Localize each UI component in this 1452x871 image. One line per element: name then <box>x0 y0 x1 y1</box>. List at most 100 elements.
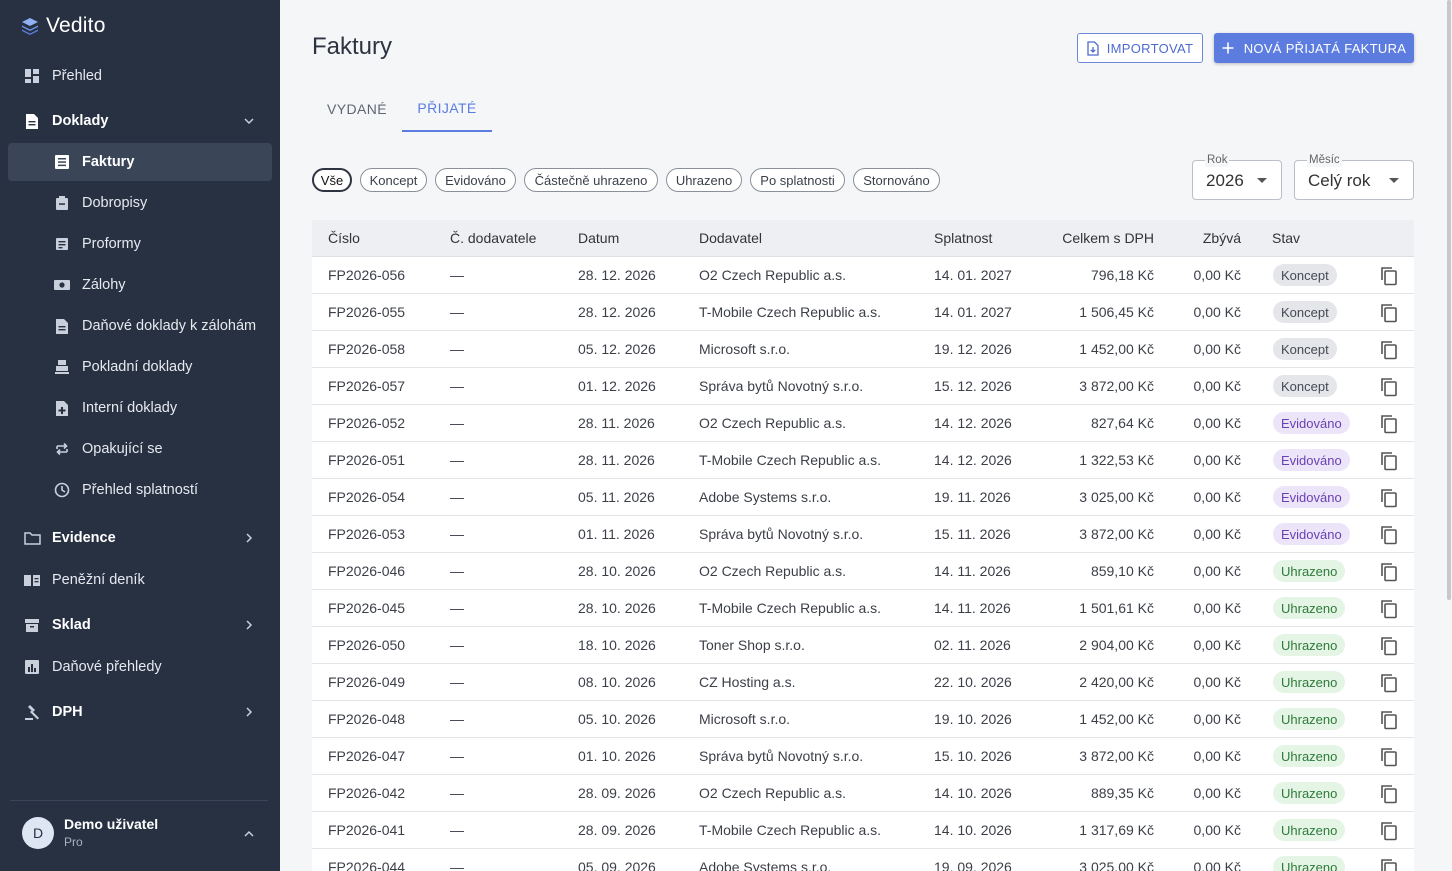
copy-icon[interactable] <box>1380 636 1398 656</box>
sidebar-item-danove-prehledy[interactable]: Daňové přehledy <box>8 648 272 686</box>
copy-icon[interactable] <box>1380 266 1398 286</box>
copy-icon[interactable] <box>1380 710 1398 730</box>
status-badge: Evidováno <box>1273 412 1350 434</box>
table-row[interactable]: FP2026-051 — 28. 11. 2026 T-Mobile Czech Re… <box>312 442 1414 479</box>
cell-date: 28. 11. 2026 <box>578 415 655 431</box>
copy-icon[interactable] <box>1380 784 1398 804</box>
cell-number[interactable]: FP2026-047 <box>328 748 405 764</box>
sidebar-item-zalohy[interactable]: Zálohy <box>8 266 272 304</box>
column-header-dodavatel[interactable]: Dodavatel <box>699 230 762 246</box>
column-header-cislo-dodavatele[interactable]: Č. dodavatele <box>450 230 536 246</box>
sidebar-item-doklady[interactable]: Doklady <box>8 102 272 140</box>
user-menu[interactable]: D Demo uživatel Pro <box>22 814 262 854</box>
cell-number[interactable]: FP2026-042 <box>328 785 405 801</box>
filter-chip-evidovano[interactable]: Evidováno <box>435 168 516 192</box>
table-row[interactable]: FP2026-056 — 28. 12. 2026 O2 Czech Republic… <box>312 257 1414 294</box>
import-button[interactable]: IMPORTOVAT <box>1077 33 1203 63</box>
cell-number[interactable]: FP2026-045 <box>328 600 405 616</box>
copy-icon[interactable] <box>1380 488 1398 508</box>
cell-supplier: Adobe Systems s.r.o. <box>699 859 832 871</box>
table-row[interactable]: FP2026-046 — 28. 10. 2026 O2 Czech Republic… <box>312 553 1414 590</box>
sidebar-item-opakujici-se[interactable]: Opakující se <box>8 430 272 468</box>
sidebar-item-dph[interactable]: DPH <box>8 693 272 731</box>
copy-icon[interactable] <box>1380 599 1398 619</box>
chevron-right-icon <box>244 707 254 717</box>
table-row[interactable]: FP2026-048 — 05. 10. 2026 Microsoft s.r.o. 1… <box>312 701 1414 738</box>
tab-prijate[interactable]: PŘIJATÉ <box>402 86 492 132</box>
copy-icon[interactable] <box>1380 747 1398 767</box>
filter-chip-stornovano[interactable]: Stornováno <box>853 168 940 192</box>
copy-icon[interactable] <box>1380 414 1398 434</box>
tab-vydane[interactable]: VYDANÉ <box>312 86 402 132</box>
copy-icon[interactable] <box>1380 377 1398 397</box>
filter-chip-vse[interactable]: Vše <box>312 168 352 192</box>
cell-number[interactable]: FP2026-054 <box>328 489 405 505</box>
table-row[interactable]: FP2026-044 — 05. 09. 2026 Adobe Systems s.r… <box>312 849 1414 871</box>
table-row[interactable]: FP2026-052 — 28. 11. 2026 O2 Czech Republic… <box>312 405 1414 442</box>
cell-number[interactable]: FP2026-053 <box>328 526 405 542</box>
table-row[interactable]: FP2026-050 — 18. 10. 2026 Toner Shop s.r.o.… <box>312 627 1414 664</box>
sidebar-item-proformy[interactable]: Proformy <box>8 225 272 263</box>
sidebar-item-evidence[interactable]: Evidence <box>8 519 272 557</box>
page-scrollbar[interactable] <box>1447 0 1451 600</box>
cell-number[interactable]: FP2026-048 <box>328 711 405 727</box>
copy-icon[interactable] <box>1380 525 1398 545</box>
sidebar-item-dobropisy[interactable]: Dobropisy <box>8 184 272 222</box>
sidebar-item-pokladni-doklady[interactable]: Pokladní doklady <box>8 348 272 386</box>
column-header-celkem[interactable]: Celkem s DPH <box>1062 230 1154 246</box>
table-row[interactable]: FP2026-058 — 05. 12. 2026 Microsoft s.r.o. 1… <box>312 331 1414 368</box>
copy-icon[interactable] <box>1380 562 1398 582</box>
column-header-stav[interactable]: Stav <box>1272 230 1300 246</box>
column-header-splatnost[interactable]: Splatnost <box>934 230 992 246</box>
filter-chip-koncept[interactable]: Koncept <box>360 168 427 192</box>
table-row[interactable]: FP2026-049 — 08. 10. 2026 CZ Hosting a.s. 22… <box>312 664 1414 701</box>
cell-number[interactable]: FP2026-041 <box>328 822 405 838</box>
sidebar-item-sklad[interactable]: Sklad <box>8 606 272 644</box>
cell-number[interactable]: FP2026-056 <box>328 267 405 283</box>
cell-number[interactable]: FP2026-049 <box>328 674 405 690</box>
cell-number[interactable]: FP2026-044 <box>328 859 405 871</box>
copy-icon[interactable] <box>1380 340 1398 360</box>
year-select[interactable]: Rok 2026 <box>1192 153 1282 200</box>
table-row[interactable]: FP2026-042 — 28. 09. 2026 O2 Czech Republic… <box>312 775 1414 812</box>
filter-chip-uhrazeno[interactable]: Uhrazeno <box>666 168 742 192</box>
column-header-cislo[interactable]: Číslo <box>328 230 360 246</box>
copy-icon[interactable] <box>1380 303 1398 323</box>
sidebar-item-faktury[interactable]: Faktury <box>8 143 272 181</box>
table-row[interactable]: FP2026-057 — 01. 12. 2026 Správa bytů Novot… <box>312 368 1414 405</box>
cell-number[interactable]: FP2026-055 <box>328 304 405 320</box>
table-row[interactable]: FP2026-054 — 05. 11. 2026 Adobe Systems s.r… <box>312 479 1414 516</box>
copy-icon[interactable] <box>1380 858 1398 871</box>
cell-supplier-number: — <box>450 563 464 579</box>
table-row[interactable]: FP2026-047 — 01. 10. 2026 Správa bytů Novot… <box>312 738 1414 775</box>
filter-chip-po-splatnosti[interactable]: Po splatnosti <box>750 168 845 192</box>
sidebar-item-danove-doklady[interactable]: Daňové doklady k zálohám <box>8 307 272 345</box>
filter-chip-castecne-uhrazeno[interactable]: Částečně uhrazeno <box>524 168 658 192</box>
copy-icon[interactable] <box>1380 673 1398 693</box>
new-received-invoice-button[interactable]: NOVÁ PŘIJATÁ FAKTURA <box>1214 33 1414 63</box>
cell-number[interactable]: FP2026-050 <box>328 637 405 653</box>
month-select[interactable]: Měsíc Celý rok <box>1294 153 1414 200</box>
warehouse-icon <box>23 616 41 634</box>
app-logo[interactable]: Vedito <box>20 12 106 40</box>
cell-number[interactable]: FP2026-057 <box>328 378 405 394</box>
cell-number[interactable]: FP2026-052 <box>328 415 405 431</box>
avatar: D <box>22 817 54 849</box>
sidebar-item-penezni-denik[interactable]: Peněžní deník <box>8 561 272 599</box>
table-row[interactable]: FP2026-045 — 28. 10. 2026 T-Mobile Czech Re… <box>312 590 1414 627</box>
copy-icon[interactable] <box>1380 821 1398 841</box>
column-header-zbyva[interactable]: Zbývá <box>1203 230 1241 246</box>
cell-number[interactable]: FP2026-051 <box>328 452 405 468</box>
table-row[interactable]: FP2026-041 — 28. 09. 2026 T-Mobile Czech Re… <box>312 812 1414 849</box>
cell-remaining: 0,00 Kč <box>1193 748 1241 764</box>
cell-number[interactable]: FP2026-058 <box>328 341 405 357</box>
sidebar-item-prehled[interactable]: Přehled <box>8 57 272 95</box>
column-header-datum[interactable]: Datum <box>578 230 619 246</box>
sidebar-item-prehled-splatnosti[interactable]: Přehled splatností <box>8 471 272 509</box>
sidebar-item-interni-doklady[interactable]: Interní doklady <box>8 389 272 427</box>
cell-number[interactable]: FP2026-046 <box>328 563 405 579</box>
new-button-label: NOVÁ PŘIJATÁ FAKTURA <box>1243 40 1407 56</box>
table-row[interactable]: FP2026-055 — 28. 12. 2026 T-Mobile Czech Re… <box>312 294 1414 331</box>
table-row[interactable]: FP2026-053 — 01. 11. 2026 Správa bytů Novot… <box>312 516 1414 553</box>
copy-icon[interactable] <box>1380 451 1398 471</box>
